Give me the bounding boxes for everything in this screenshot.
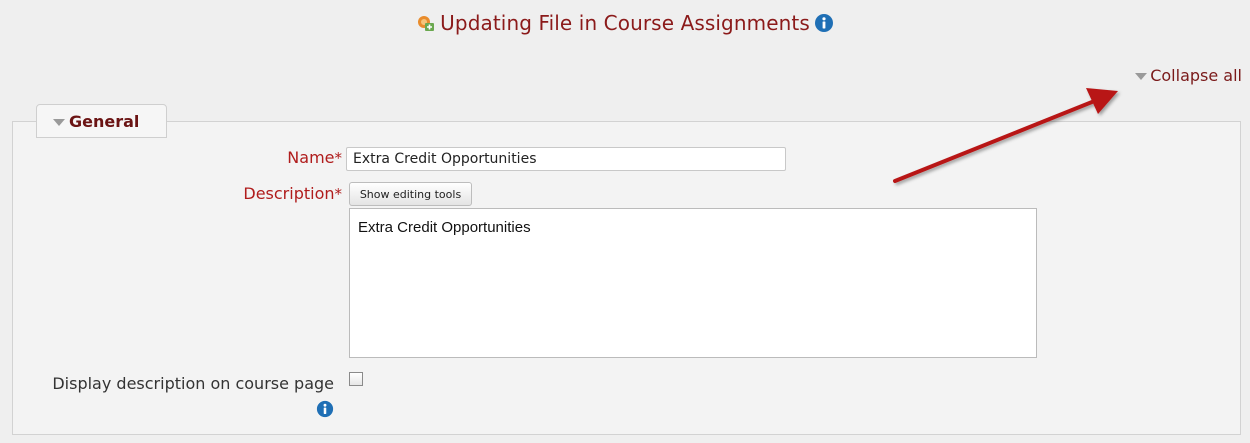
required-marker: * — [334, 185, 343, 203]
chevron-down-icon — [1135, 73, 1148, 80]
name-label: Name* — [287, 148, 342, 167]
display-description-text: Display description on course page — [52, 374, 334, 393]
name-label-text: Name — [287, 148, 335, 167]
page-title-text: Updating File in Course Assignments — [440, 11, 810, 35]
info-icon[interactable] — [814, 13, 834, 33]
description-label: Description* — [243, 184, 342, 203]
display-description-checkbox[interactable] — [349, 372, 363, 386]
show-editing-tools-button[interactable]: Show editing tools — [349, 182, 472, 206]
display-description-label: Display description on course page — [48, 370, 334, 424]
chevron-down-icon — [53, 118, 65, 126]
collapse-all-link[interactable]: Collapse all — [1135, 66, 1242, 85]
collapse-all-label: Collapse all — [1150, 66, 1242, 85]
general-section-toggle[interactable]: General — [36, 104, 167, 138]
description-label-text: Description — [243, 184, 335, 203]
required-marker: * — [334, 149, 343, 167]
name-field[interactable] — [346, 147, 786, 171]
file-resource-icon — [418, 16, 435, 31]
general-section-label: General — [69, 111, 140, 131]
assignment-settings-page: Updating File in Course Assignments Coll… — [0, 0, 1250, 443]
description-editor[interactable]: Extra Credit Opportunities — [349, 208, 1037, 358]
info-icon[interactable] — [316, 400, 334, 418]
page-title: Updating File in Course Assignments — [0, 11, 1250, 38]
